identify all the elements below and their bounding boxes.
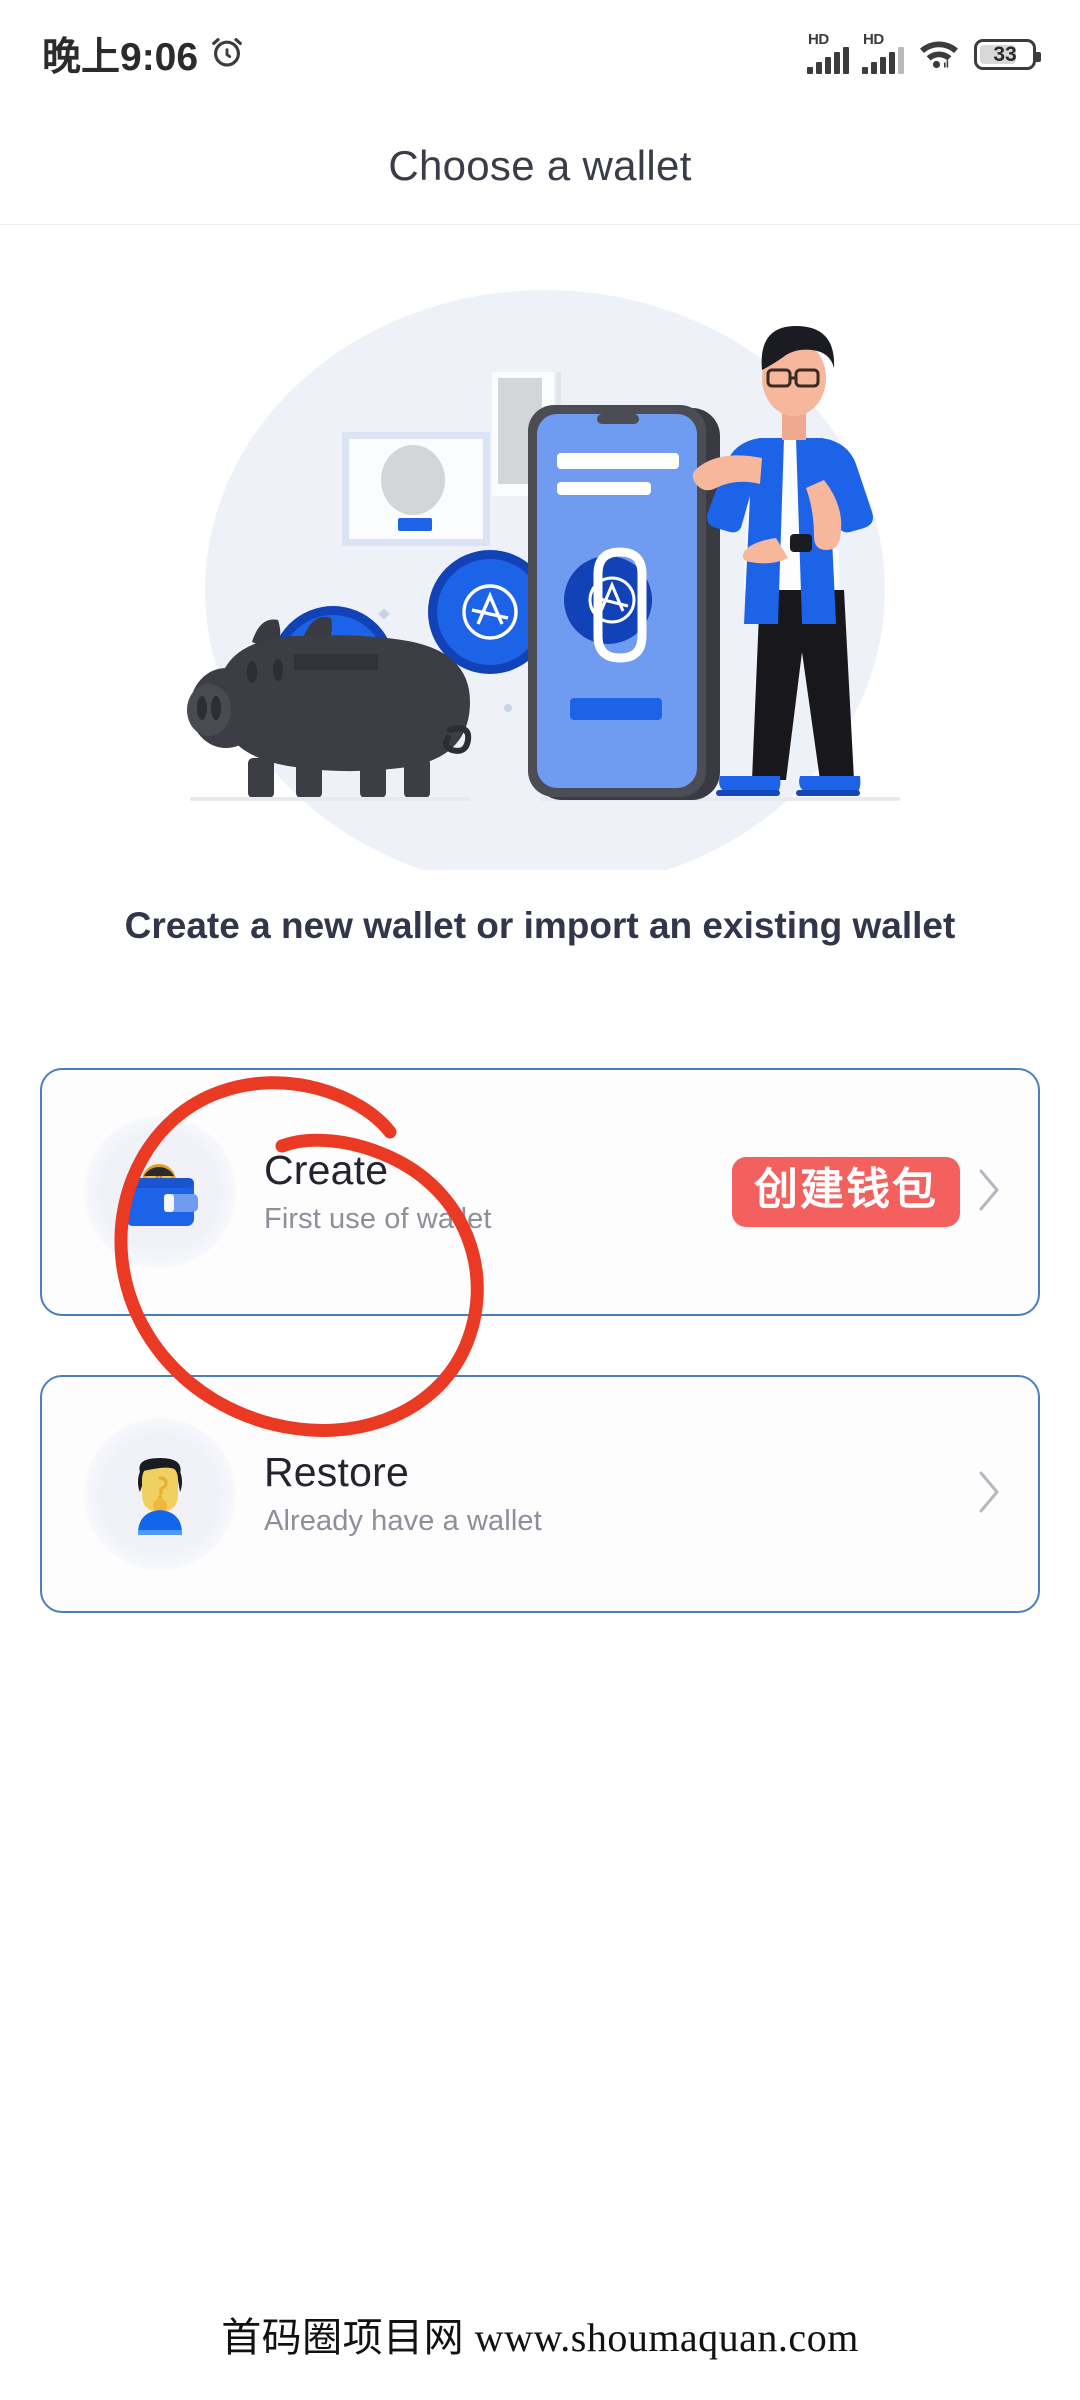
hd-label-2: HD	[863, 31, 884, 48]
wallet-icon	[84, 1116, 236, 1268]
restore-wallet-card[interactable]: Restore Already have a wallet	[40, 1375, 1040, 1613]
person-avatar-icon	[84, 1418, 236, 1570]
chevron-right-icon[interactable]	[976, 1167, 1002, 1218]
site-watermark: 首码圈项目网 www.shoumaquan.com	[221, 2315, 859, 2360]
chevron-right-icon[interactable]	[976, 1469, 1002, 1520]
restore-card-text: Restore Already have a wallet	[264, 1450, 970, 1537]
app-header: Choose a wallet	[0, 108, 1080, 225]
battery-level: 33	[993, 42, 1017, 66]
create-card-title: Create	[264, 1147, 389, 1194]
signal-bar	[816, 62, 822, 74]
restore-card-title: Restore	[264, 1449, 409, 1496]
signal-bar	[871, 62, 877, 74]
create-wallet-badge[interactable]: 创建钱包	[732, 1157, 960, 1227]
signal-bar	[843, 47, 849, 74]
hd-label-1: HD	[808, 31, 829, 48]
battery-icon: 33	[974, 38, 1041, 70]
signal-bar	[825, 57, 831, 74]
status-bar: 晚上9:06 HD HD 33	[0, 0, 1080, 108]
signal-bar	[807, 67, 813, 74]
signal-bar	[880, 57, 886, 74]
create-wallet-card[interactable]: Create First use of wallet 创建钱包	[40, 1068, 1040, 1316]
signal-bar	[898, 47, 904, 74]
status-time: 晚上9:06	[42, 36, 199, 79]
status-bar-right: HD HD 33	[807, 31, 1041, 75]
restore-card-subtitle: Already have a wallet	[264, 1504, 542, 1537]
alarm-clock-icon	[208, 33, 246, 76]
illustration-svg	[187, 290, 900, 870]
page-title: Choose a wallet	[388, 142, 692, 189]
wifi-icon	[917, 34, 961, 75]
signal-bar	[862, 67, 868, 74]
status-bar-left: 晚上9:06	[42, 26, 246, 82]
signal-bar	[889, 52, 895, 74]
signal-strength-icon-1: HD	[807, 31, 849, 74]
phone-screen: 晚上9:06 HD HD 33 Choose a wallet Create a…	[0, 0, 1080, 2400]
onboarding-subtitle: Create a new wallet or import an existin…	[124, 905, 956, 946]
wallet-onboarding-illustration	[0, 290, 1080, 870]
signal-bar	[834, 52, 840, 74]
phone-mockup	[528, 405, 720, 800]
create-card-text: Create First use of wallet	[264, 1148, 732, 1235]
signal-strength-icon-2: HD	[862, 31, 904, 74]
create-card-subtitle: First use of wallet	[264, 1202, 492, 1235]
